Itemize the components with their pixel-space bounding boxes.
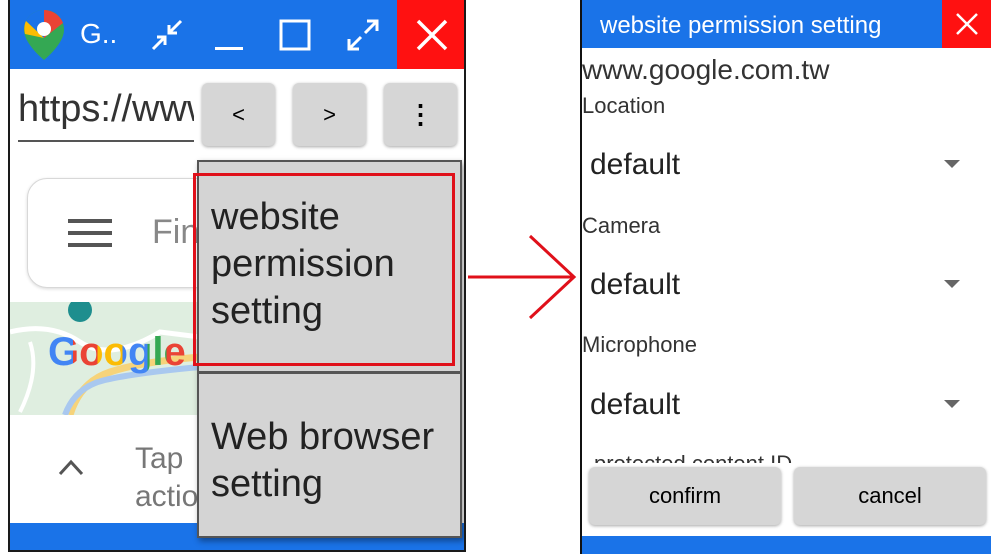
- close-icon: [955, 13, 978, 35]
- back-button[interactable]: <: [202, 83, 275, 146]
- location-value: default: [590, 148, 681, 181]
- microphone-label: Microphone: [582, 332, 697, 357]
- dropdown-arrow-icon: [944, 400, 960, 408]
- partially-hidden-label: protected content ID: [582, 449, 991, 463]
- fullscreen-icon[interactable]: [338, 10, 388, 60]
- confirm-button[interactable]: confirm: [589, 467, 781, 525]
- camera-select[interactable]: default: [582, 260, 991, 312]
- menu-item-web-browser-setting[interactable]: Web browser setting: [199, 414, 460, 508]
- microphone-select[interactable]: default: [582, 380, 991, 432]
- url-underline: [18, 140, 194, 142]
- permission-dialog: website permission setting www.google.co…: [580, 0, 991, 554]
- dropdown-arrow-icon: [944, 280, 960, 288]
- dropdown-arrow-icon: [944, 160, 960, 168]
- dialog-title: website permission setting: [600, 12, 882, 39]
- cancel-button[interactable]: cancel: [794, 467, 986, 525]
- close-icon: [416, 19, 447, 50]
- highlight-box: [193, 173, 455, 366]
- chevron-up-icon[interactable]: [58, 458, 84, 481]
- forward-button[interactable]: >: [293, 83, 366, 146]
- bottom-hint: Tap actio: [135, 442, 199, 513]
- camera-value: default: [590, 268, 681, 301]
- site-domain: www.google.com.tw: [582, 54, 830, 85]
- google-maps-icon: [20, 8, 68, 67]
- hamburger-menu-icon[interactable]: [68, 218, 112, 253]
- menu-divider: [199, 371, 460, 374]
- location-select[interactable]: default: [582, 140, 991, 192]
- location-label: Location: [582, 93, 666, 118]
- microphone-value: default: [590, 388, 681, 421]
- url-input[interactable]: https://www.google.com.tw: [18, 88, 194, 131]
- right-arrow-icon: [466, 232, 578, 327]
- title-bar[interactable]: G..: [10, 0, 464, 69]
- google-logo: Google: [48, 330, 186, 374]
- menu-button[interactable]: ⋮: [384, 83, 457, 146]
- minimize-arrows-icon[interactable]: [142, 10, 192, 60]
- map-view[interactable]: Google: [10, 302, 200, 415]
- window-title: G..: [80, 18, 118, 49]
- close-button[interactable]: [397, 0, 464, 69]
- minimize-icon[interactable]: [204, 10, 254, 60]
- dialog-close-button[interactable]: [942, 0, 991, 48]
- dialog-bottom-bar: [582, 536, 991, 554]
- camera-label: Camera: [582, 213, 661, 238]
- maximize-icon[interactable]: [270, 10, 320, 60]
